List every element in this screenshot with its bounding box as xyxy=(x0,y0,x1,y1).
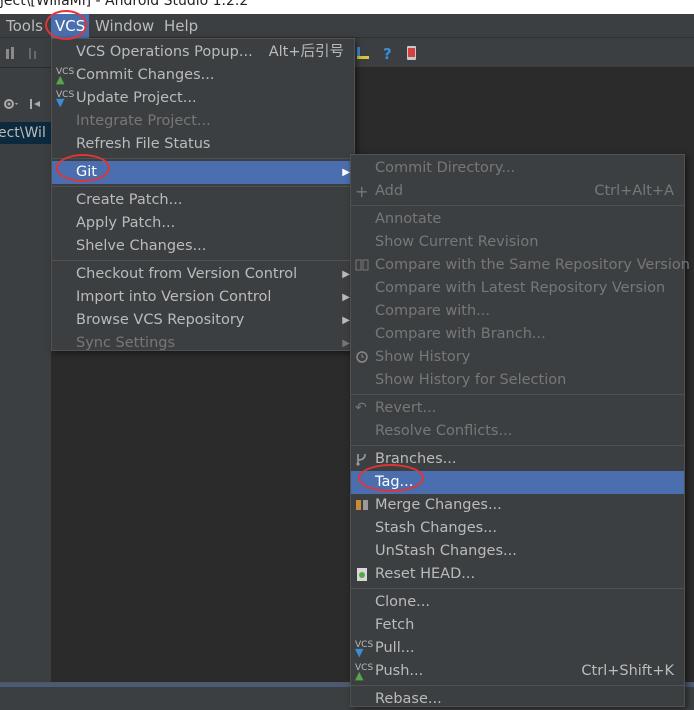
separator xyxy=(351,445,684,446)
compare-icon xyxy=(355,258,371,273)
merge-icon xyxy=(355,498,371,513)
sdk-manager-icon[interactable] xyxy=(355,45,371,61)
import-into-vcs[interactable]: Import into Version Control ▶ xyxy=(52,286,354,309)
window-title: ject\[WillaMl] - Android Studio 1.2.2 xyxy=(0,0,249,9)
compare-with-branch[interactable]: Compare with Branch... xyxy=(351,323,684,346)
stash-changes[interactable]: Stash Changes... xyxy=(351,517,684,540)
menubar: Tools VCS Window Help xyxy=(0,14,694,38)
merge-changes[interactable]: Merge Changes... xyxy=(351,494,684,517)
reset-icon xyxy=(355,567,371,582)
submenu-arrow-icon: ▶ xyxy=(342,338,350,349)
show-history[interactable]: Show History xyxy=(351,346,684,369)
sync-settings[interactable]: Sync Settings ▶ xyxy=(52,332,354,355)
vcs-push-icon: VCS ▲ xyxy=(355,663,374,682)
separator xyxy=(52,186,354,187)
menu-help[interactable]: Help xyxy=(160,14,202,38)
update-project[interactable]: VCS ▼ Update Project... xyxy=(52,87,354,110)
annotate[interactable]: Annotate xyxy=(351,208,684,231)
revert[interactable]: ↶ Revert... xyxy=(351,397,684,420)
project-path[interactable]: ect\Wil xyxy=(0,122,52,144)
plus-icon: + xyxy=(355,182,369,201)
compare-same-repository-version[interactable]: Compare with the Same Repository Version xyxy=(351,254,690,277)
panel-settings-icon[interactable] xyxy=(0,94,52,114)
submenu-arrow-icon: ▶ xyxy=(342,269,350,280)
rebase[interactable]: Rebase... xyxy=(351,688,684,710)
vcs-menu: VCS Operations Popup... Alt+后引号 VCS ▲ Com… xyxy=(51,38,355,351)
branches[interactable]: Branches... xyxy=(351,448,684,471)
gradle-sync-icon[interactable] xyxy=(4,45,20,61)
separator xyxy=(52,158,354,159)
commit-changes[interactable]: VCS ▲ Commit Changes... xyxy=(52,64,354,87)
compare-latest-repository-version[interactable]: Compare with Latest Repository Version xyxy=(351,277,684,300)
separator xyxy=(52,260,354,261)
submenu-arrow-icon: ▶ xyxy=(342,167,350,178)
compare-with[interactable]: Compare with... xyxy=(351,300,684,323)
structure-icon[interactable] xyxy=(26,45,42,61)
window-title-strip: ject\[WillaMl] - Android Studio 1.2.2 xyxy=(0,0,694,14)
project-panel: ect\Wil xyxy=(0,68,52,682)
add-shortcut: Ctrl+Alt+A xyxy=(594,183,674,199)
separator xyxy=(351,205,684,206)
fetch[interactable]: Fetch xyxy=(351,614,684,637)
submenu-arrow-icon: ▶ xyxy=(342,292,350,303)
separator xyxy=(351,394,684,395)
unstash-changes[interactable]: UnStash Changes... xyxy=(351,540,684,563)
browse-vcs-repository[interactable]: Browse VCS Repository ▶ xyxy=(52,309,354,332)
push-shortcut: Ctrl+Shift+K xyxy=(581,663,674,679)
checkout-from-vcs[interactable]: Checkout from Version Control ▶ xyxy=(52,263,354,286)
menu-tools[interactable]: Tools xyxy=(2,14,47,38)
vcs-pull-icon: VCS ▼ xyxy=(355,640,374,659)
vcs-commit-icon: VCS ▲ xyxy=(56,67,75,86)
menu-vcs[interactable]: VCS xyxy=(51,14,90,38)
separator xyxy=(351,685,684,686)
vcs-operations-shortcut: Alt+后引号 xyxy=(268,44,344,60)
shelve-changes[interactable]: Shelve Changes... xyxy=(52,235,354,258)
menu-window[interactable]: Window xyxy=(91,14,158,38)
vcs-update-icon: VCS ▼ xyxy=(56,90,75,109)
git-submenu[interactable]: Git ▶ xyxy=(52,161,354,184)
svg-text:?: ? xyxy=(383,45,392,61)
git-menu: Commit Directory... + Add Ctrl+Alt+A Ann… xyxy=(350,154,690,710)
reset-head[interactable]: Reset HEAD... xyxy=(351,563,684,586)
separator xyxy=(351,588,684,589)
apply-patch[interactable]: Apply Patch... xyxy=(52,212,354,235)
refresh-file-status[interactable]: Refresh File Status xyxy=(52,133,354,156)
push[interactable]: VCS ▲ Push... Ctrl+Shift+K xyxy=(351,660,684,683)
commit-directory[interactable]: Commit Directory... xyxy=(351,157,684,180)
integrate-project[interactable]: Integrate Project... xyxy=(52,110,354,133)
branch-icon xyxy=(355,452,371,467)
show-current-revision[interactable]: Show Current Revision xyxy=(351,231,684,254)
help-icon[interactable]: ? xyxy=(380,45,396,61)
git-add[interactable]: + Add Ctrl+Alt+A xyxy=(351,180,684,203)
show-history-for-selection[interactable]: Show History for Selection xyxy=(351,369,684,392)
resolve-conflicts[interactable]: Resolve Conflicts... xyxy=(351,420,684,443)
history-icon xyxy=(355,350,371,365)
revert-icon: ↶ xyxy=(355,400,367,416)
vcs-operations-popup[interactable]: VCS Operations Popup... Alt+后引号 xyxy=(52,41,354,64)
android-device-monitor-icon[interactable] xyxy=(404,45,420,61)
tag[interactable]: Tag... xyxy=(351,471,684,494)
submenu-arrow-icon: ▶ xyxy=(342,315,350,326)
create-patch[interactable]: Create Patch... xyxy=(52,189,354,212)
clone[interactable]: Clone... xyxy=(351,591,684,614)
pull[interactable]: VCS ▼ Pull... xyxy=(351,637,684,660)
